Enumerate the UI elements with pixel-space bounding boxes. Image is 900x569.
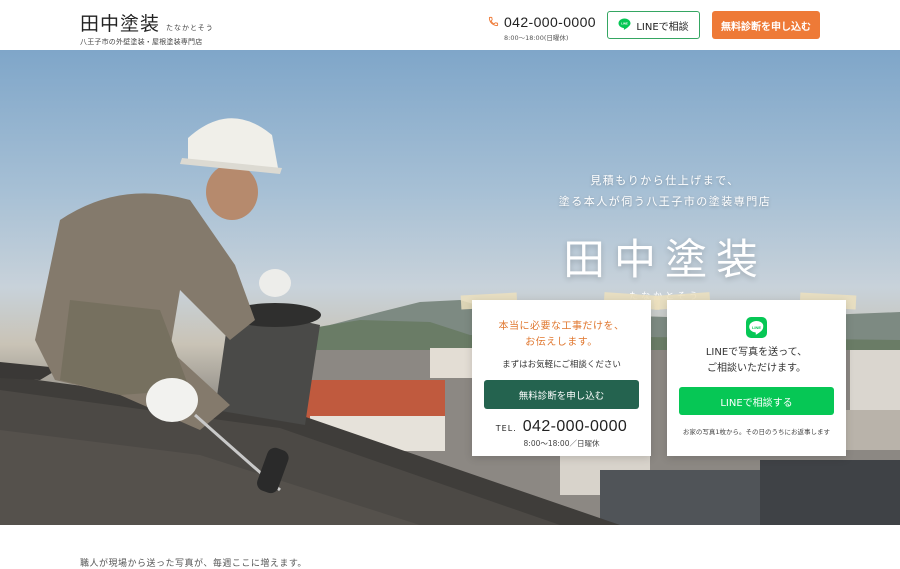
brand-name: 田中塗装 (80, 13, 161, 35)
card-tel-label: TEL. (495, 424, 517, 433)
brand-kana: たなかとそう (166, 24, 214, 32)
diagnosis-card: 本当に必要な工事だけを、 お伝えします。 まずはお気軽にご相談ください 無料診断… (472, 300, 651, 456)
header-line-button[interactable]: LINE LINEで相談 (607, 11, 700, 39)
diagnosis-lead-line-1: 本当に必要な工事だけを、 (498, 321, 625, 332)
line-icon: LINE (746, 317, 767, 338)
catch-line-2: 塗る本人が伺う八王子市の塗装専門店 (558, 195, 772, 208)
hero-catchcopy: 見積もりから仕上げまで、 塗る本人が伺う八王子市の塗装専門店 田中塗装 たなかと… (540, 170, 790, 302)
diagnosis-card-lead: 本当に必要な工事だけを、 お伝えします。 (472, 319, 651, 351)
card-line-button[interactable]: LINEで相談する (679, 387, 834, 415)
phone-icon (488, 12, 499, 31)
line-icon: LINE (618, 18, 631, 33)
card-hours: 8:00〜18:00／日曜休 (523, 439, 600, 448)
header-tel[interactable]: 042-000-0000 8:00〜18:00(日曜休) (488, 12, 596, 42)
brand-logo[interactable]: 田中塗装 たなかとそう 八王子市の外壁塗装・屋根塗装専門店 (80, 9, 214, 47)
header-diagnosis-button[interactable]: 無料診断を申し込む (712, 11, 820, 39)
line-card-note: お家の写真1枚から。その日のうちにお返事します (682, 428, 831, 436)
card-diagnosis-button[interactable]: 無料診断を申し込む (484, 380, 639, 409)
diagnosis-card-sub: まずはお気軽にご相談ください (502, 360, 621, 370)
diagnosis-lead-line-2: お伝えします。 (525, 337, 598, 348)
line-lead-line-2: ご相談いただけます。 (707, 363, 806, 374)
hero-title: 田中塗装 (562, 235, 767, 284)
line-card-lead: LINEで写真を送って、 ご相談いただけます。 (667, 345, 846, 377)
svg-text:LINE: LINE (752, 325, 761, 330)
card-tel-number: 042-000-0000 (522, 418, 628, 435)
brand-tagline: 八王子市の外壁塗装・屋根塗装専門店 (80, 38, 203, 46)
header-line-label: LINEで相談 (636, 21, 689, 33)
site-header: 田中塗装 たなかとそう 八王子市の外壁塗装・屋根塗装専門店 042-000-00… (0, 0, 900, 50)
card-tel[interactable]: TEL. 042-000-0000 (472, 418, 651, 436)
line-card: LINE LINEで写真を送って、 ご相談いただけます。 LINEで相談する お… (667, 300, 846, 456)
header-tel-number: 042-000-0000 (504, 13, 596, 30)
line-lead-line-1: LINEで写真を送って、 (705, 347, 808, 358)
catch-line-1: 見積もりから仕上げまで、 (590, 174, 740, 187)
svg-text:LINE: LINE (621, 21, 628, 25)
header-hours: 8:00〜18:00(日曜休) (504, 34, 569, 42)
